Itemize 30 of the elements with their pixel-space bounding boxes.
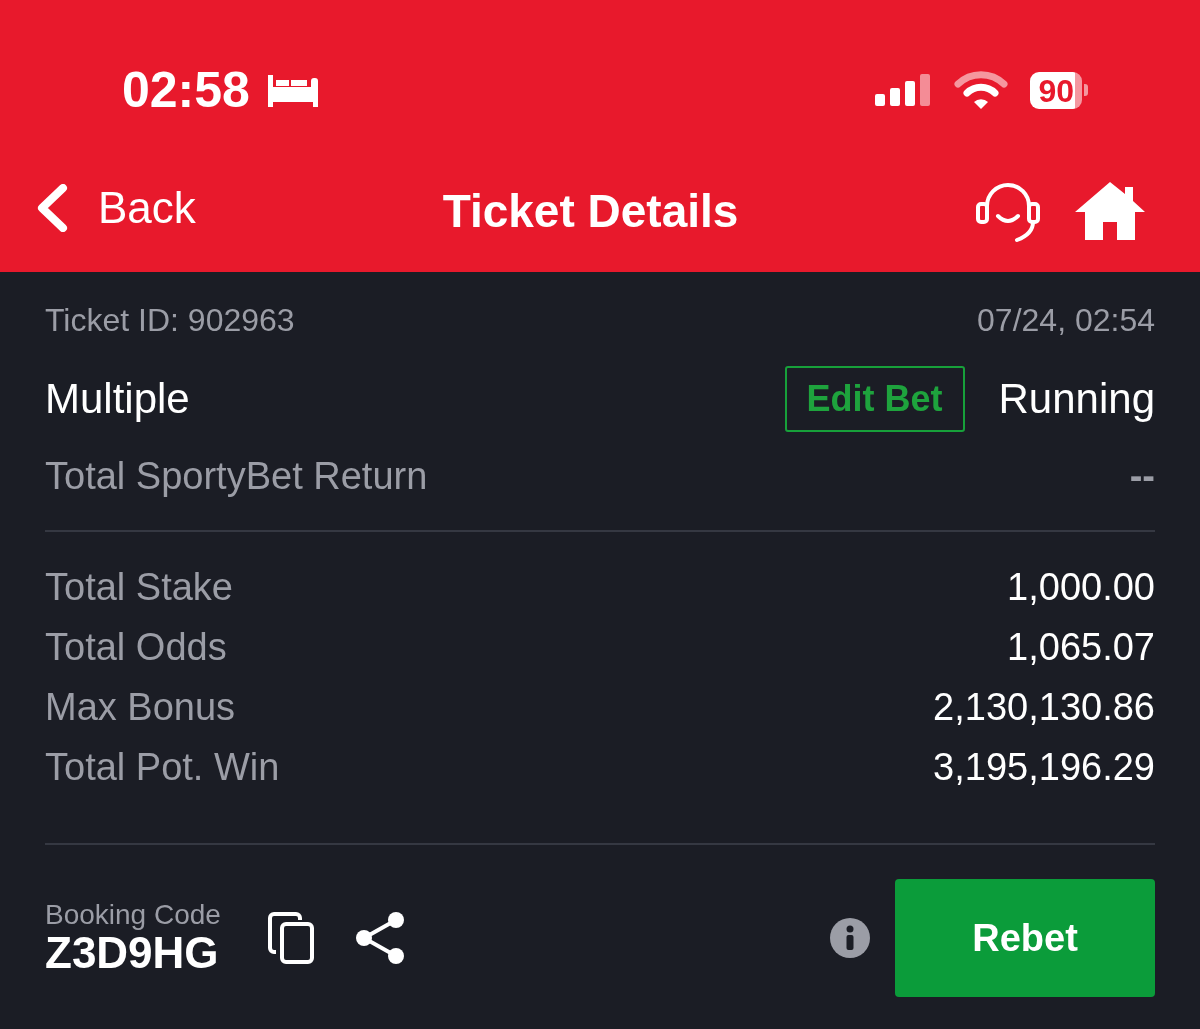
copy-icon[interactable] bbox=[267, 912, 314, 964]
ticket-status: Running bbox=[998, 378, 1155, 420]
signal-icon bbox=[875, 74, 933, 106]
share-icon[interactable] bbox=[355, 912, 404, 964]
bet-type: Multiple bbox=[45, 378, 190, 420]
summary-value: 3,195,196.29 bbox=[933, 745, 1155, 790]
status-time: 02:58 bbox=[122, 65, 250, 115]
battery-indicator: 90 bbox=[1030, 71, 1088, 109]
ticket-datetime: 07/24, 02:54 bbox=[977, 302, 1155, 338]
summary-label: Total Odds bbox=[45, 625, 227, 670]
edit-bet-button[interactable]: Edit Bet bbox=[784, 366, 965, 432]
wifi-icon bbox=[954, 71, 1009, 109]
booking-code: Z3D9HG bbox=[45, 930, 220, 976]
rebet-button[interactable]: Rebet bbox=[895, 879, 1155, 997]
summary-label: Max Bonus bbox=[45, 685, 236, 730]
return-value: -- bbox=[1129, 456, 1155, 496]
summary-label: Total Pot. Win bbox=[45, 745, 280, 790]
booking-code-label: Booking Code bbox=[45, 900, 221, 930]
back-button[interactable]: Back bbox=[36, 183, 196, 232]
bed-icon bbox=[265, 73, 318, 107]
summary-value: 2,130,130.86 bbox=[933, 685, 1155, 730]
summary-value: 1,065.07 bbox=[1007, 625, 1155, 670]
summary-value: 1,000.00 bbox=[1007, 565, 1155, 610]
home-icon[interactable] bbox=[1075, 182, 1145, 240]
page-title: Ticket Details bbox=[442, 188, 739, 234]
chevron-left-icon bbox=[36, 183, 68, 232]
summary-label: Total Stake bbox=[45, 565, 233, 610]
info-icon[interactable] bbox=[830, 918, 870, 958]
ticket-id: Ticket ID: 902963 bbox=[45, 302, 295, 338]
return-label: Total SportyBet Return bbox=[45, 456, 428, 496]
